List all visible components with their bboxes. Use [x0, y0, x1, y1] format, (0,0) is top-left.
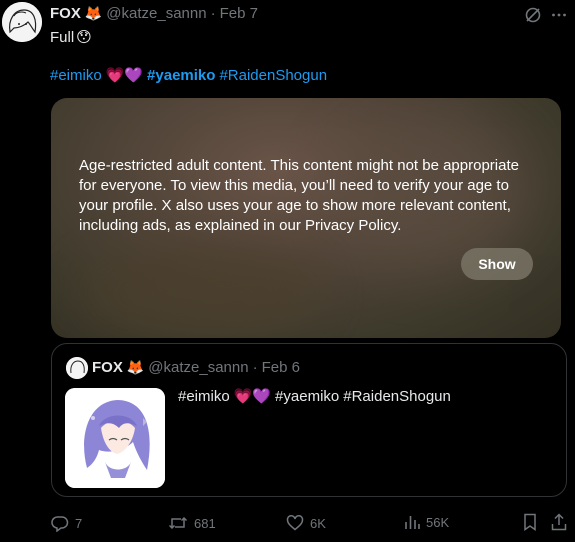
quote-tag-eimiko: #eimiko — [178, 388, 230, 405]
views-count: 56K — [426, 514, 450, 530]
quote-text: #eimiko 💗💜 #yaemiko #RaidenShogun — [178, 388, 451, 405]
repost-icon — [168, 516, 188, 530]
views-icon — [405, 516, 420, 529]
hashtag-yaemiko[interactable]: #yaemiko — [147, 67, 215, 84]
quote-thumbnail[interactable] — [65, 388, 165, 488]
heart-icon — [286, 515, 304, 531]
author-emoji: 🦊 — [84, 5, 103, 21]
tweet-body: Full — [50, 28, 75, 46]
surprised-emoji: 😯 — [76, 29, 92, 46]
hashtag-eimiko[interactable]: #eimiko — [50, 67, 102, 84]
author-handle[interactable]: @katze_sannn — [106, 5, 206, 22]
show-media-button[interactable]: Show — [461, 248, 533, 280]
reply-icon — [51, 516, 69, 532]
repost-count: 681 — [194, 515, 216, 531]
quote-avatar[interactable] — [66, 357, 88, 379]
age-restriction-warning: Age-restricted adult content. This conte… — [79, 157, 519, 234]
quote-avatar-illustration — [66, 357, 88, 379]
avatar[interactable] — [2, 2, 42, 42]
tweet-header: FOX 🦊 @katze_sannn · Feb 7 — [50, 5, 258, 22]
author-name[interactable]: FOX — [50, 5, 81, 22]
hashtag-line: #eimiko 💗💜 #yaemiko #RaidenShogun — [50, 67, 327, 84]
avatar-illustration — [2, 2, 42, 42]
quote-tag-yaemiko: #yaemiko — [275, 388, 340, 405]
share-button[interactable] — [551, 513, 567, 536]
tweet-text: Full 😯 — [50, 28, 92, 47]
hashtag-raidenshogun[interactable]: #RaidenShogun — [219, 67, 327, 84]
quote-author-emoji: 🦊 — [126, 359, 145, 375]
dot-separator: · — [210, 5, 216, 22]
like-count: 6K — [310, 515, 326, 531]
more-options-icon[interactable] — [550, 6, 568, 29]
repost-button[interactable]: 681 — [168, 514, 216, 532]
hearts-emoji: 💗💜 — [105, 67, 144, 84]
grok-icon[interactable] — [524, 6, 542, 29]
sensitive-media[interactable]: Age-restricted adult content. This conte… — [51, 98, 561, 338]
views-button[interactable]: 56K — [404, 514, 449, 530]
quote-author-name: FOX — [92, 359, 123, 376]
quote-date: Feb 6 — [261, 359, 300, 376]
quote-dot-separator: · — [252, 359, 258, 376]
like-button[interactable]: 6K — [286, 514, 326, 532]
quote-hearts-emoji: 💗💜 — [233, 388, 272, 405]
quoted-tweet[interactable]: FOX 🦊 @katze_sannn · Feb 6 #eimiko 💗💜 #y… — [51, 343, 567, 497]
quote-tag-raidenshogun: #RaidenShogun — [343, 388, 451, 405]
reply-button[interactable]: 7 — [51, 514, 82, 532]
bookmark-button[interactable] — [522, 513, 538, 536]
blur-shape — [81, 248, 321, 338]
quote-header: FOX 🦊 @katze_sannn · Feb 6 — [92, 359, 300, 376]
share-icon — [551, 513, 567, 531]
quote-thumbnail-illustration — [65, 388, 165, 488]
quote-handle: @katze_sannn — [148, 359, 249, 376]
tweet-date[interactable]: Feb 7 — [220, 5, 258, 22]
reply-count: 7 — [75, 515, 83, 531]
bookmark-icon — [524, 513, 536, 531]
